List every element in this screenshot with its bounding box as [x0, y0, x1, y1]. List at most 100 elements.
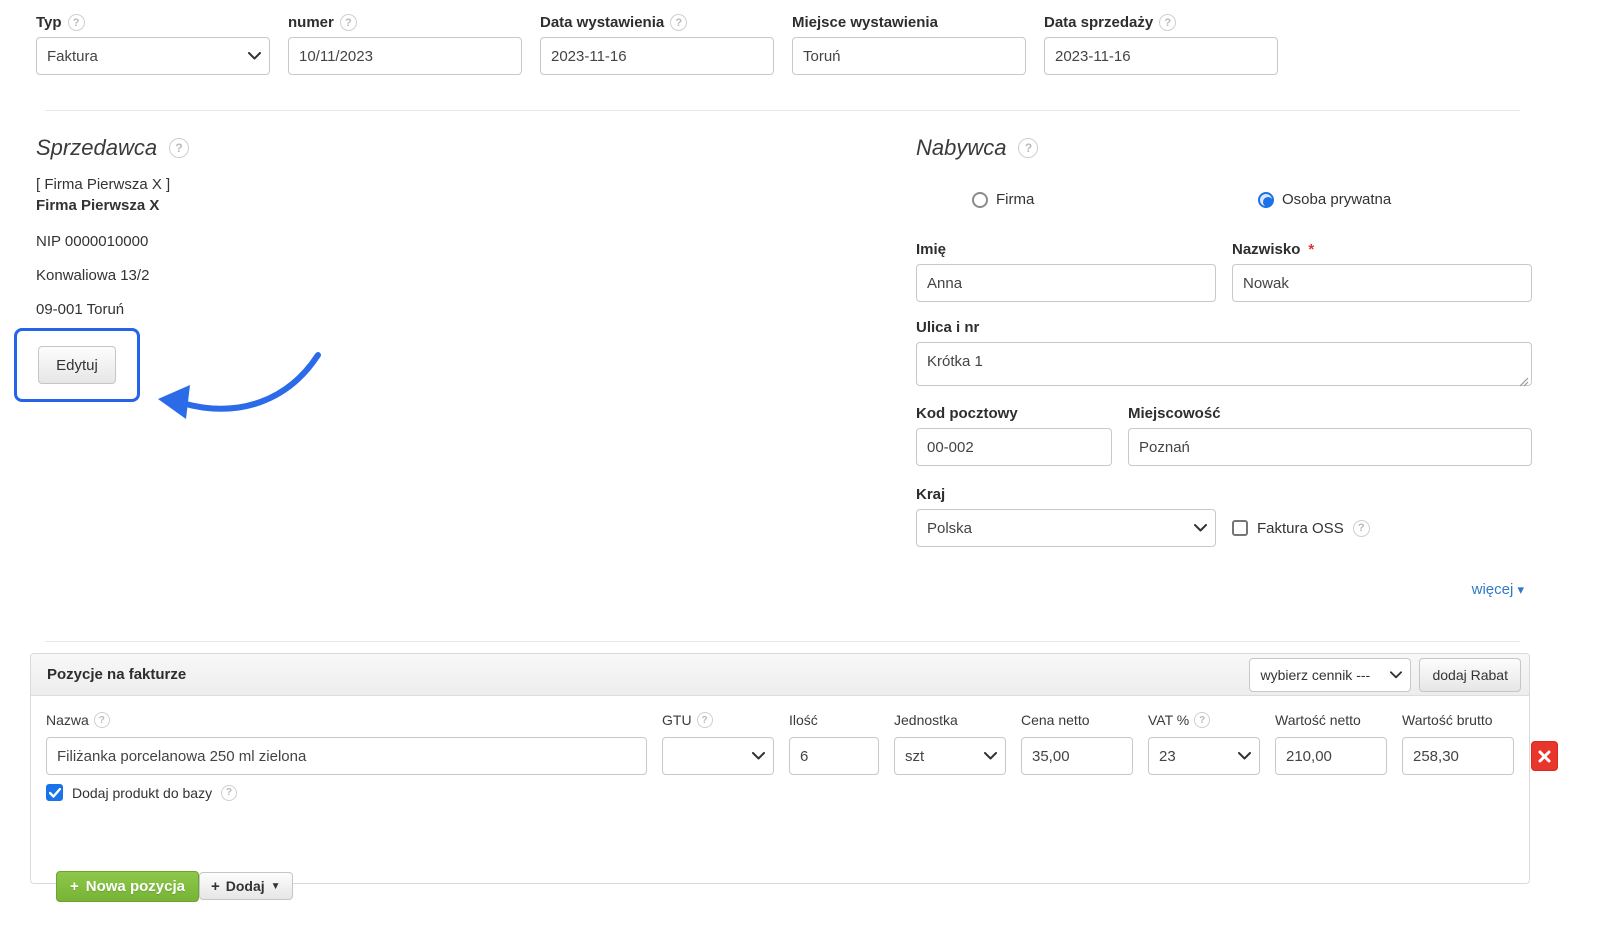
help-icon[interactable]: ?: [340, 14, 357, 31]
help-icon[interactable]: ?: [1194, 712, 1210, 728]
seller-nip: NIP 0000010000: [36, 233, 876, 250]
col-nazwa: Nazwa ?: [46, 712, 647, 728]
price-list-select[interactable]: wybierz cennik ---: [1249, 658, 1411, 692]
item-unit-select[interactable]: szt: [894, 737, 1006, 775]
seller-company-name: Firma Pierwsza X: [36, 195, 876, 217]
help-icon[interactable]: ?: [1353, 520, 1370, 537]
checkmark-icon: [49, 788, 61, 798]
item-gross-value-input[interactable]: [1402, 737, 1514, 775]
field-data-wystawienia: Data wystawienia ?: [540, 14, 774, 75]
field-imie: Imię: [916, 241, 1216, 302]
seller-street: Konwaliowa 13/2: [36, 267, 876, 284]
field-kraj: Kraj Polska Faktura OSS ?: [916, 486, 1532, 547]
data-wystawienia-input[interactable]: [540, 37, 774, 75]
miejscowosc-input[interactable]: [1128, 428, 1532, 466]
radio-firma-circle-icon[interactable]: [972, 192, 988, 208]
nazwisko-label-text: Nazwisko: [1232, 241, 1300, 258]
seller-title: Sprzedawca: [36, 135, 157, 161]
more-link[interactable]: więcej ▾: [1472, 581, 1524, 598]
help-icon[interactable]: ?: [68, 14, 85, 31]
item-net-price-input[interactable]: [1021, 737, 1133, 775]
item-row: szt 23: [46, 737, 1514, 775]
delete-row-button[interactable]: [1531, 741, 1558, 771]
miejsce-wystawienia-input[interactable]: [792, 37, 1026, 75]
data-sprzedazy-label: Data sprzedaży ?: [1044, 14, 1278, 31]
col-vat: VAT % ?: [1148, 712, 1260, 728]
kraj-label: Kraj: [916, 486, 1532, 503]
field-kod-pocztowy: Kod pocztowy: [916, 405, 1112, 466]
ulica-label: Ulica i nr: [916, 319, 1532, 336]
divider: [45, 641, 1520, 642]
plus-icon: +: [211, 878, 220, 895]
field-miejscowosc: Miejscowość: [1128, 405, 1532, 466]
col-wartosc-brutto: Wartość brutto: [1402, 712, 1514, 728]
typ-select[interactable]: Faktura: [36, 37, 270, 75]
col-gtu: GTU ?: [662, 712, 774, 728]
col-jednostka-text: Jednostka: [894, 712, 958, 728]
add-button-label: Dodaj: [226, 878, 265, 894]
edit-seller-button[interactable]: Edytuj: [38, 346, 116, 384]
col-vat-text: VAT %: [1148, 712, 1189, 728]
col-cena-netto-text: Cena netto: [1021, 712, 1090, 728]
item-vat-select[interactable]: 23: [1148, 737, 1260, 775]
field-nazwisko: Nazwisko *: [1232, 241, 1532, 302]
help-icon[interactable]: ?: [94, 712, 110, 728]
imie-input[interactable]: [916, 264, 1216, 302]
col-cena-netto: Cena netto: [1021, 712, 1133, 728]
kod-pocztowy-label-text: Kod pocztowy: [916, 405, 1018, 422]
data-sprzedazy-input[interactable]: [1044, 37, 1278, 75]
kraj-select[interactable]: Polska: [916, 509, 1216, 547]
miejscowosc-label: Miejscowość: [1128, 405, 1532, 422]
field-miejsce-wystawienia: Miejsce wystawienia: [792, 14, 1026, 75]
items-panel-title: Pozycje na fakturze: [47, 666, 186, 683]
help-icon[interactable]: ?: [1018, 138, 1038, 158]
field-numer: numer ?: [288, 14, 522, 75]
add-dropdown-button[interactable]: + Dodaj ▼: [199, 872, 293, 900]
help-icon[interactable]: ?: [697, 712, 713, 728]
add-product-to-db-checkbox[interactable]: [46, 784, 63, 801]
new-item-button[interactable]: + Nowa pozycja: [56, 871, 199, 902]
new-item-button-label: Nowa pozycja: [86, 878, 185, 895]
kod-pocztowy-input[interactable]: [916, 428, 1112, 466]
item-name-input[interactable]: [46, 737, 647, 775]
help-icon[interactable]: ?: [1159, 14, 1176, 31]
add-discount-button[interactable]: dodaj Rabat: [1419, 658, 1521, 692]
help-icon[interactable]: ?: [670, 14, 687, 31]
data-sprzedazy-label-text: Data sprzedaży: [1044, 14, 1153, 31]
radio-osoba-prywatna-circle-icon[interactable]: [1258, 192, 1274, 208]
help-icon[interactable]: ?: [169, 138, 189, 158]
help-icon[interactable]: ?: [221, 785, 237, 801]
delete-x-icon: [1538, 750, 1551, 763]
item-quantity-input[interactable]: [789, 737, 879, 775]
radio-osoba-prywatna[interactable]: Osoba prywatna: [1258, 191, 1391, 208]
faktura-oss-checkbox[interactable]: [1232, 520, 1248, 536]
items-panel-header: Pozycje na fakturze wybierz cennik --- d…: [31, 654, 1529, 696]
edit-button-highlight-annotation: Edytuj: [14, 328, 140, 402]
required-asterisk: *: [1308, 241, 1314, 258]
invoice-items-panel: Pozycje na fakturze wybierz cennik --- d…: [30, 653, 1530, 884]
numer-label-text: numer: [288, 14, 334, 31]
items-column-headers: Nazwa ? GTU ? Ilość Jednostka Cena netto…: [46, 706, 1514, 728]
miejsce-wystawienia-label-text: Miejsce wystawienia: [792, 14, 938, 31]
data-wystawienia-label: Data wystawienia ?: [540, 14, 774, 31]
nazwisko-input[interactable]: [1232, 264, 1532, 302]
ulica-textarea[interactable]: Krótka 1: [916, 342, 1532, 386]
buyer-type-radio-group: Firma Osoba prywatna: [916, 191, 1532, 213]
miejsce-wystawienia-label: Miejsce wystawienia: [792, 14, 1026, 31]
caret-down-icon: ▼: [271, 881, 281, 892]
data-wystawienia-label-text: Data wystawienia: [540, 14, 664, 31]
seller-city: 09-001 Toruń: [36, 301, 876, 318]
imie-label-text: Imię: [916, 241, 946, 258]
col-ilosc: Ilość: [789, 712, 879, 728]
radio-osoba-prywatna-label: Osoba prywatna: [1282, 191, 1391, 208]
numer-input[interactable]: [288, 37, 522, 75]
item-net-value-input[interactable]: [1275, 737, 1387, 775]
buyer-title: Nabywca: [916, 135, 1006, 161]
radio-firma[interactable]: Firma: [972, 191, 1034, 208]
faktura-oss-checkbox-row[interactable]: Faktura OSS ?: [1232, 509, 1370, 547]
plus-icon: +: [70, 878, 79, 895]
add-product-to-db-row[interactable]: Dodaj produkt do bazy ?: [46, 784, 1514, 801]
typ-label-text: Typ: [36, 14, 62, 31]
nazwisko-label: Nazwisko *: [1232, 241, 1532, 258]
item-gtu-select[interactable]: [662, 737, 774, 775]
